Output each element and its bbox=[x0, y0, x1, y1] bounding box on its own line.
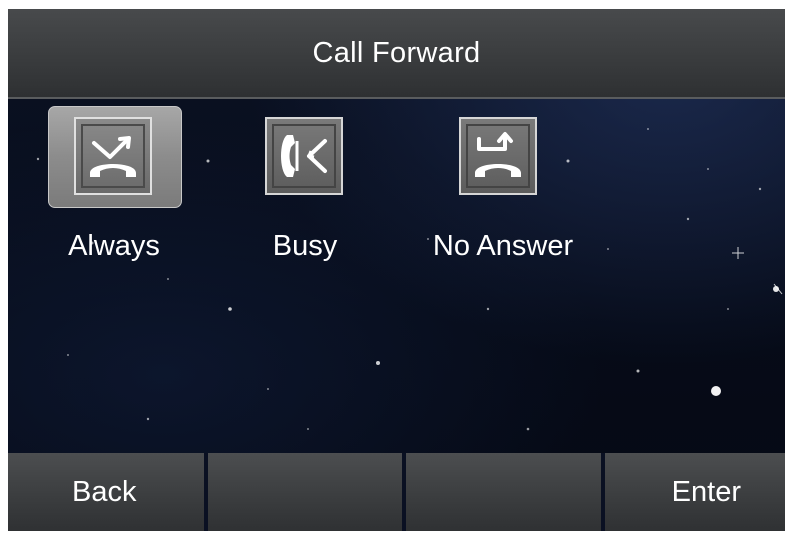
phone-screen: Call Forward Always Busy No Answer Back … bbox=[8, 9, 785, 531]
back-softkey-label: Back bbox=[72, 475, 137, 508]
menu-item-label: No Answer bbox=[432, 230, 574, 262]
enter-softkey-label: Enter bbox=[671, 475, 741, 508]
phone-no-answer-forward-icon bbox=[459, 117, 537, 195]
back-softkey[interactable]: Back bbox=[8, 453, 208, 531]
softkey-bar: Back Enter bbox=[8, 453, 785, 531]
menu-item-label: Busy bbox=[272, 230, 338, 262]
softkey-2[interactable] bbox=[208, 453, 406, 531]
menu-item-label: Always bbox=[68, 230, 160, 262]
page-title: Call Forward bbox=[312, 36, 481, 69]
phone-busy-forward-icon bbox=[265, 117, 343, 195]
phone-forward-out-icon bbox=[74, 117, 152, 195]
title-bar: Call Forward bbox=[8, 9, 785, 99]
enter-softkey[interactable]: Enter bbox=[605, 453, 785, 531]
softkey-3[interactable] bbox=[406, 453, 605, 531]
